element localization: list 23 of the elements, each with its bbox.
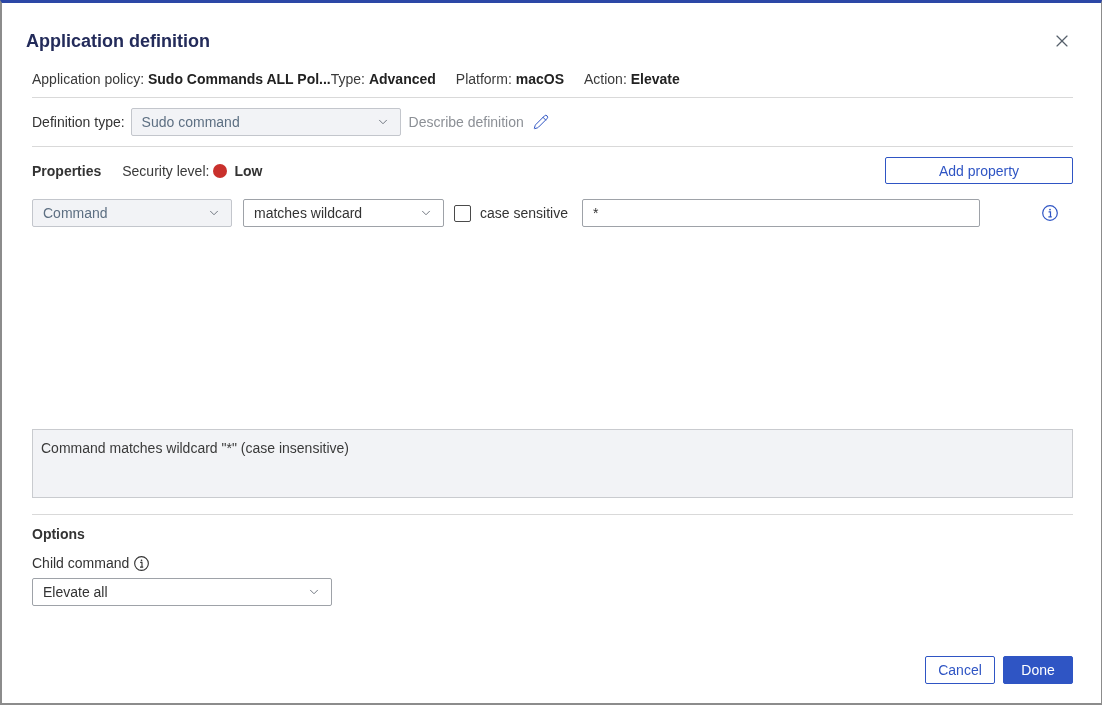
child-command-label: Child command <box>32 555 130 571</box>
child-command-dropdown[interactable]: Elevate all <box>32 578 332 606</box>
policy-info-text: Type: Advanced <box>330 70 436 89</box>
case-sensitive-checkbox[interactable] <box>454 204 471 222</box>
dialog-title: Application definition <box>26 30 210 53</box>
info-icon[interactable] <box>134 555 150 571</box>
summary-text-box: Command matches wildcard "*" (case insensitive) <box>32 429 1073 498</box>
cancel-button[interactable]: Cancel <box>925 656 995 684</box>
policy-info-text: Action: Elevate <box>583 70 680 89</box>
case-sensitive-label: case sensitive <box>480 205 568 221</box>
policy-info-text: Application policy: Sudo Commands ALL Pol... <box>32 70 331 89</box>
info-icon[interactable] <box>1041 205 1058 221</box>
done-button[interactable]: Done <box>1003 656 1073 684</box>
policy-info-text: Platform: macOS <box>455 70 564 89</box>
security-level-value: Low <box>234 162 263 179</box>
pencil-icon[interactable] <box>532 114 549 130</box>
properties-heading: Properties <box>32 162 102 179</box>
add-property-button[interactable]: Add property <box>885 157 1073 184</box>
operator-dropdown[interactable]: matches wildcard <box>243 199 444 227</box>
options-heading: Options <box>32 525 85 543</box>
security-level-label: Security level: <box>122 162 210 179</box>
pattern-input-field[interactable]: * <box>581 199 980 227</box>
definition-type-label: Definition type: <box>32 114 125 130</box>
